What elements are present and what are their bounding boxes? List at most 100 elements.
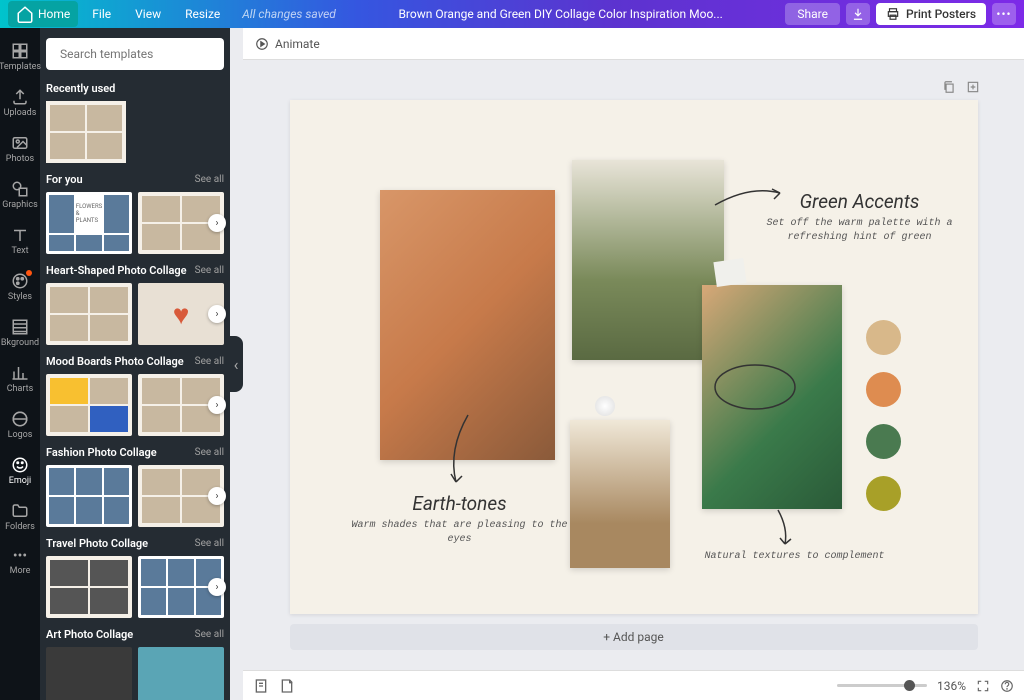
swatch-2[interactable] [866, 372, 901, 407]
zoom-slider[interactable] [837, 684, 927, 687]
section-title: For you [46, 173, 83, 186]
rail-graphics[interactable]: Graphics [0, 172, 40, 218]
more-button[interactable]: ••• [992, 3, 1016, 25]
label-sub: Natural textures to complement [700, 550, 890, 564]
rail-folders[interactable]: Folders [0, 494, 40, 540]
rail-label: Logos [8, 430, 33, 440]
circle-scribble [710, 360, 800, 415]
rail-templates[interactable]: Templates [0, 34, 40, 80]
resize-menu[interactable]: Resize [175, 3, 230, 25]
download-button[interactable] [846, 3, 870, 25]
print-button[interactable]: Print Posters [876, 3, 986, 25]
canvas-toolbar: Animate [243, 28, 1024, 60]
paper-scrap[interactable] [713, 258, 746, 287]
charts-icon [11, 364, 29, 382]
home-icon [16, 5, 34, 23]
template-thumb[interactable] [46, 283, 132, 345]
zoom-handle[interactable] [904, 680, 915, 691]
rail-label: More [10, 566, 31, 576]
collage-photo-3[interactable] [570, 420, 670, 568]
topbar-right: Share Print Posters ••• [785, 3, 1016, 25]
section-title: Mood Boards Photo Collage [46, 355, 184, 368]
swatch-4[interactable] [866, 476, 901, 511]
graphics-icon [11, 180, 29, 198]
bottom-bar: 136% [243, 670, 1024, 700]
see-all-link[interactable]: See all [195, 356, 224, 367]
rail-emoji[interactable]: Emoji [0, 448, 40, 494]
rail-label: Photos [6, 154, 34, 164]
arrow-to-earth [438, 410, 478, 490]
carousel-next[interactable]: › [208, 214, 226, 232]
folders-icon [11, 502, 29, 520]
label-title: Green Accents [760, 190, 960, 213]
add-page-icon[interactable] [966, 80, 980, 94]
view-menu[interactable]: View [125, 3, 171, 25]
green-accents-label[interactable]: Green Accents Set off the warm palette w… [760, 190, 960, 245]
rail-label: Emoji [9, 476, 31, 486]
templates-icon [11, 42, 29, 60]
top-bar: Home File View Resize All changes saved … [0, 0, 1024, 28]
carousel-next[interactable]: › [208, 578, 226, 596]
file-menu[interactable]: File [82, 3, 121, 25]
swatch-3[interactable] [866, 424, 901, 459]
notes-icon[interactable] [279, 678, 295, 694]
design-page[interactable]: Green Accents Set off the warm palette w… [290, 100, 978, 614]
animate-button[interactable]: Animate [255, 37, 320, 51]
template-thumb[interactable] [46, 101, 126, 163]
see-all-link[interactable]: See all [195, 629, 224, 640]
duplicate-page-icon[interactable] [942, 80, 956, 94]
search-input[interactable] [60, 47, 216, 61]
template-thumb[interactable] [46, 374, 132, 436]
rail-text[interactable]: Text [0, 218, 40, 264]
rail-logos[interactable]: Logos [0, 402, 40, 448]
pages-icon[interactable] [253, 678, 269, 694]
canvas-scroll[interactable]: Green Accents Set off the warm palette w… [243, 60, 1024, 670]
swatch-1[interactable] [866, 320, 901, 355]
see-all-link[interactable]: See all [195, 538, 224, 549]
print-label: Print Posters [906, 7, 976, 21]
rail-label: Text [11, 246, 28, 256]
rail-background[interactable]: Bkground [0, 310, 40, 356]
badge-dot [26, 270, 32, 276]
print-icon [886, 7, 900, 21]
section-title: Art Photo Collage [46, 628, 133, 641]
see-all-link[interactable]: See all [195, 447, 224, 458]
home-button[interactable]: Home [8, 1, 78, 27]
template-thumb[interactable] [46, 465, 132, 527]
see-all-link[interactable]: See all [195, 174, 224, 185]
background-icon [11, 318, 29, 336]
more-icon: ••• [13, 548, 27, 564]
see-all-link[interactable]: See all [195, 265, 224, 276]
zoom-value[interactable]: 136% [937, 679, 966, 693]
add-page-button[interactable]: + Add page [290, 624, 978, 650]
template-thumb[interactable] [46, 647, 132, 700]
carousel-next[interactable]: › [208, 487, 226, 505]
animate-label: Animate [275, 37, 320, 51]
help-icon[interactable] [1000, 679, 1014, 693]
template-thumb[interactable] [46, 556, 132, 618]
photos-icon [11, 134, 29, 152]
panel-collapse-handle[interactable]: ‹ [229, 336, 243, 392]
pearl-decor[interactable] [595, 396, 615, 416]
download-icon [851, 7, 865, 21]
rail-label: Folders [5, 522, 35, 532]
rail-more[interactable]: ••• More [0, 540, 40, 584]
template-thumb[interactable]: FLOWERS & PLANTS [46, 192, 132, 254]
save-status: All changes saved [242, 7, 336, 21]
rail-uploads[interactable]: Uploads [0, 80, 40, 126]
rail-charts[interactable]: Charts [0, 356, 40, 402]
earth-tones-label[interactable]: Earth-tones Warm shades that are pleasin… [350, 492, 570, 547]
fullscreen-icon[interactable] [976, 679, 990, 693]
search-box[interactable] [46, 38, 224, 70]
carousel-next[interactable]: › [208, 305, 226, 323]
rail-photos[interactable]: Photos [0, 126, 40, 172]
document-title[interactable]: Brown Orange and Green DIY Collage Color… [336, 7, 786, 21]
texture-label[interactable]: Natural textures to complement [700, 546, 890, 564]
arrow-to-texture [770, 508, 800, 548]
share-button[interactable]: Share [785, 3, 840, 25]
template-thumb[interactable] [138, 647, 224, 700]
carousel-next[interactable]: › [208, 396, 226, 414]
rail-styles[interactable]: Styles [0, 264, 40, 310]
logos-icon [11, 410, 29, 428]
animate-icon [255, 37, 269, 51]
